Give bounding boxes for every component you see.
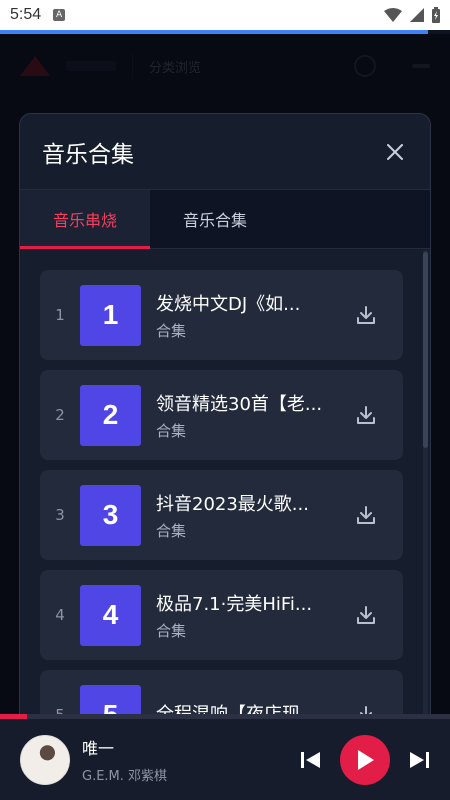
list-item[interactable]: 1 1 发烧中文DJ《如... 合集 [40,270,403,360]
item-cover: 2 [80,384,141,446]
item-meta: 极品7.1·完美HiFi... 合集 [156,590,326,641]
previous-button[interactable] [300,750,322,770]
item-index: 1 [55,306,65,324]
item-index: 3 [55,506,65,524]
list-item[interactable]: 4 4 极品7.1·完美HiFi... 合集 [40,570,403,660]
item-cover: 5 [80,684,141,714]
player-controls [300,734,430,785]
item-meta: 发烧中文DJ《如... 合集 [156,290,326,341]
play-button[interactable] [340,734,390,785]
item-cover: 1 [80,284,141,346]
skip-next-icon [410,751,429,768]
mini-player: 唯一 G.E.M. 邓紫棋 [0,719,450,800]
item-index: 4 [55,606,65,624]
download-icon[interactable] [355,504,377,526]
list-item[interactable]: 5 5 全程混响【夜店现... [40,670,403,715]
status-time: 5:54 [10,6,42,23]
download-icon[interactable] [355,304,377,326]
song-meta[interactable]: 唯一 G.E.M. 邓紫棋 [82,735,167,784]
item-title: 抖音2023最火歌... [156,493,309,515]
list-item[interactable]: 3 3 抖音2023最火歌... 合集 [40,470,403,560]
collection-list[interactable]: 1 1 发烧中文DJ《如... 合集 2 2 领音精选30首【老... 合集 3 [20,250,430,715]
tab-bar: 音乐串烧 音乐合集 [20,190,430,249]
download-icon[interactable] [355,404,377,426]
notification-a-icon: A [53,9,66,21]
item-subtitle: 合集 [156,321,187,340]
signal-icon [410,8,424,22]
item-meta: 全程混响【夜店现... [156,700,326,715]
item-cover: 3 [80,484,141,546]
album-art[interactable] [20,734,70,785]
item-index: 2 [55,406,65,424]
status-bar: 5:54 A [0,0,450,30]
modal-header: 音乐合集 [20,114,430,190]
collection-modal: 音乐合集 音乐串烧 音乐合集 1 1 发烧中文DJ《如... 合集 2 2 领音… [19,113,431,715]
close-button[interactable] [382,139,408,165]
status-right [384,7,440,23]
item-cover: 4 [80,584,141,646]
list-item[interactable]: 2 2 领音精选30首【老... 合集 [40,370,403,460]
item-title: 发烧中文DJ《如... [156,293,301,315]
tab-music-medley[interactable]: 音乐串烧 [20,190,150,249]
item-subtitle: 合集 [156,421,187,440]
battery-icon [432,7,440,23]
item-title: 领音精选30首【老... [156,393,323,415]
item-meta: 抖音2023最火歌... 合集 [156,490,326,541]
item-meta: 领音精选30首【老... 合集 [156,390,326,441]
song-title: 唯一 [82,739,115,758]
item-title: 极品7.1·完美HiFi... [156,593,313,615]
tab-music-collection[interactable]: 音乐合集 [150,190,280,248]
item-subtitle: 合集 [156,521,187,540]
modal-title: 音乐合集 [42,141,134,168]
song-artist: G.E.M. 邓紫棋 [82,769,168,784]
download-icon[interactable] [355,604,377,626]
item-title: 全程混响【夜店现... [156,704,318,715]
play-icon [358,749,374,770]
next-button[interactable] [408,750,430,770]
close-icon [387,143,403,160]
screen: 5:54 A 分类浏览 音乐合集 音乐串烧 音乐合集 1 1 发烧中文DJ《如.… [0,0,450,800]
skip-previous-icon [301,751,320,768]
scrollbar-thumb[interactable] [423,252,428,448]
item-subtitle: 合集 [156,621,187,640]
wifi-icon [384,8,402,22]
